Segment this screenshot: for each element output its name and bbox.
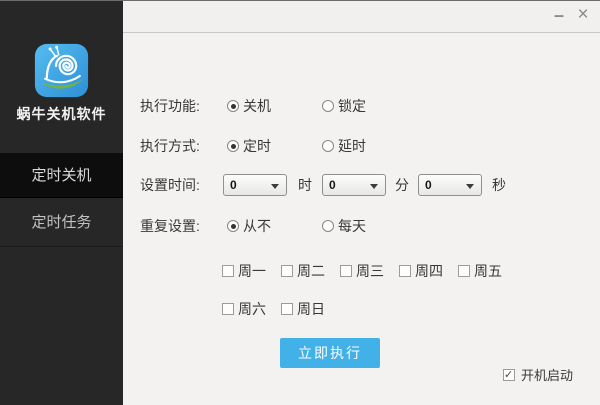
radio-label: 关机 <box>243 98 271 114</box>
radio-option-timed[interactable]: 定时 <box>227 136 322 156</box>
minute-unit: 分 <box>395 177 409 193</box>
weekday-row-2: 周六 周日 <box>222 299 340 319</box>
weekday-row-1: 周一 周二 周三 周四 周五 <box>222 261 517 281</box>
radio-option-shutdown[interactable]: 关机 <box>227 96 322 116</box>
hour-value: 0 <box>230 178 237 192</box>
second-unit: 秒 <box>492 177 506 193</box>
time-row: 设置时间: 0 时 0 分 0 秒 <box>140 174 506 196</box>
checkbox-icon[interactable] <box>399 265 411 277</box>
repeat-label: 重复设置: <box>140 218 200 234</box>
radio-option-delayed[interactable]: 延时 <box>322 136 417 156</box>
radio-option-never[interactable]: 从不 <box>227 216 322 236</box>
checkbox-label: 周日 <box>297 301 325 317</box>
second-value: 0 <box>425 178 432 192</box>
radio-label: 每天 <box>338 218 366 234</box>
radio-option-lock[interactable]: 锁定 <box>322 96 417 116</box>
sidebar: 蜗牛关机软件 定时关机 定时任务 <box>0 1 123 405</box>
checkbox-label: 周四 <box>415 263 443 279</box>
function-row: 执行功能: 关机 锁定 <box>140 96 417 116</box>
radio-icon[interactable] <box>322 100 334 112</box>
sidebar-nav: 定时关机 定时任务 <box>0 153 123 247</box>
radio-label: 从不 <box>243 218 271 234</box>
checkbox-icon[interactable] <box>281 265 293 277</box>
checkbox-sunday[interactable]: 周日 <box>281 299 326 319</box>
radio-label: 延时 <box>338 138 366 154</box>
checkbox-icon[interactable] <box>340 265 352 277</box>
minute-select[interactable]: 0 <box>322 174 386 196</box>
checkbox-icon[interactable] <box>281 303 293 315</box>
checkbox-icon[interactable] <box>503 368 515 381</box>
time-label: 设置时间: <box>140 177 200 193</box>
checkbox-icon[interactable] <box>222 265 234 277</box>
app-logo snail-icon <box>34 43 89 98</box>
checkbox-label: 周一 <box>238 263 266 279</box>
main-content: 执行功能: 关机 锁定 执行方式: 定时 延时 设置时间: 0 时 0 分 0 … <box>123 33 600 405</box>
checkbox-label: 周五 <box>474 263 502 279</box>
chevron-down-icon <box>466 184 474 189</box>
radio-option-everyday[interactable]: 每天 <box>322 216 417 236</box>
checkbox-thursday[interactable]: 周四 <box>399 261 444 281</box>
checkbox-wednesday[interactable]: 周三 <box>340 261 385 281</box>
autostart-label: 开机启动 <box>521 368 574 383</box>
checkbox-friday[interactable]: 周五 <box>458 261 503 281</box>
execute-now-button[interactable]: 立即执行 <box>280 338 380 368</box>
mode-row: 执行方式: 定时 延时 <box>140 136 417 156</box>
titlebar: – × <box>123 1 600 33</box>
radio-label: 锁定 <box>338 98 366 114</box>
radio-icon[interactable] <box>227 220 239 232</box>
close-button[interactable]: × <box>570 1 596 31</box>
repeat-row: 重复设置: 从不 每天 <box>140 216 417 236</box>
hour-unit: 时 <box>298 177 312 193</box>
sidebar-item-timed-shutdown[interactable]: 定时关机 <box>0 153 123 198</box>
app-window: 蜗牛关机软件 定时关机 定时任务 – × 执行功能: 关机 锁定 执行方式: 定… <box>0 0 600 405</box>
radio-icon[interactable] <box>227 140 239 152</box>
minimize-button[interactable]: – <box>546 1 572 31</box>
checkbox-label: 周六 <box>238 301 266 317</box>
chevron-down-icon <box>370 184 378 189</box>
second-select[interactable]: 0 <box>418 174 482 196</box>
checkbox-label: 周三 <box>356 263 384 279</box>
checkbox-icon[interactable] <box>222 303 234 315</box>
autostart-option[interactable]: 开机启动 <box>503 365 573 384</box>
radio-icon[interactable] <box>322 140 334 152</box>
checkbox-icon[interactable] <box>458 265 470 277</box>
mode-label: 执行方式: <box>140 138 200 154</box>
hour-select[interactable]: 0 <box>223 174 287 196</box>
app-title: 蜗牛关机软件 <box>16 106 107 122</box>
minute-value: 0 <box>329 178 336 192</box>
sidebar-item-timed-task[interactable]: 定时任务 <box>0 198 123 247</box>
checkbox-tuesday[interactable]: 周二 <box>281 261 326 281</box>
radio-icon[interactable] <box>227 100 239 112</box>
radio-icon[interactable] <box>322 220 334 232</box>
checkbox-monday[interactable]: 周一 <box>222 261 267 281</box>
chevron-down-icon <box>271 184 279 189</box>
checkbox-label: 周二 <box>297 263 325 279</box>
radio-label: 定时 <box>243 138 271 154</box>
checkbox-saturday[interactable]: 周六 <box>222 299 267 319</box>
function-label: 执行功能: <box>140 98 200 114</box>
